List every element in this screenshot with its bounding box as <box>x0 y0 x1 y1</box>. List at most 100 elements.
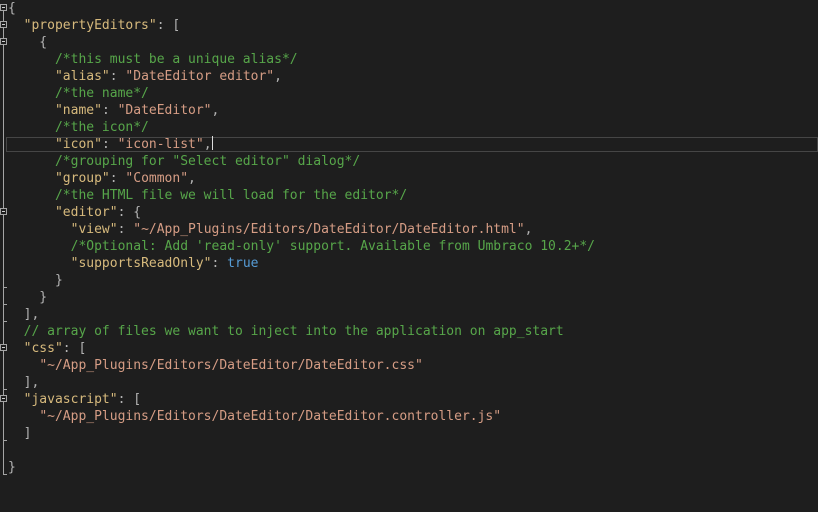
json-key: "javascript" <box>23 392 118 407</box>
fold-end-marker <box>3 287 7 288</box>
code-line[interactable]: /*Optional: Add 'read-only' support. Ava… <box>8 238 595 255</box>
json-punctuation <box>8 341 24 356</box>
code-comment: /*Optional: Add 'read-only' support. Ava… <box>70 239 596 254</box>
code-line[interactable]: /*the icon*/ <box>8 119 149 136</box>
json-punctuation <box>8 171 55 186</box>
text-caret <box>211 136 213 150</box>
json-punctuation: : { <box>117 205 142 220</box>
fold-end-marker <box>3 440 7 441</box>
json-string: "DateEditor editor" <box>125 69 275 84</box>
code-line[interactable]: /*the name*/ <box>8 85 149 102</box>
code-line[interactable]: "propertyEditors": [ <box>8 17 181 34</box>
json-punctuation <box>8 188 55 203</box>
fold-toggle-icon[interactable] <box>0 21 7 28</box>
fold-end-marker <box>3 389 7 390</box>
code-line[interactable]: ] <box>8 425 32 442</box>
json-boolean: true <box>227 256 259 271</box>
code-line[interactable]: { <box>8 34 47 51</box>
json-string: "Common" <box>125 171 189 186</box>
json-punctuation: , <box>211 103 220 118</box>
json-key: "view" <box>70 222 118 237</box>
json-string: "icon-list" <box>117 137 204 152</box>
code-line[interactable]: "editor": { <box>8 204 141 221</box>
json-punctuation <box>8 239 71 254</box>
json-key: "supportsReadOnly" <box>70 256 212 271</box>
json-key: "css" <box>23 341 63 356</box>
code-line[interactable]: } <box>8 459 16 476</box>
json-punctuation <box>8 222 71 237</box>
json-punctuation: , <box>203 137 212 152</box>
code-line[interactable]: } <box>8 272 63 289</box>
code-line[interactable]: { <box>8 0 16 17</box>
fold-toggle-icon[interactable] <box>0 344 7 351</box>
json-punctuation <box>8 137 55 152</box>
json-string: "~/App_Plugins/Editors/DateEditor/DateEd… <box>39 409 502 424</box>
json-punctuation <box>8 18 24 33</box>
fold-toggle-icon[interactable] <box>0 208 7 215</box>
json-punctuation: : <box>109 171 126 186</box>
code-line[interactable]: // array of files we want to inject into… <box>8 323 564 340</box>
json-punctuation: : [ <box>117 392 142 407</box>
json-punctuation: { <box>8 1 16 16</box>
json-punctuation: : <box>117 222 134 237</box>
code-line[interactable]: ], <box>8 374 40 391</box>
json-punctuation <box>8 324 24 339</box>
code-comment: /*the HTML file we will load for the edi… <box>54 188 408 203</box>
json-punctuation: : <box>101 137 118 152</box>
code-line[interactable]: "view": "~/App_Plugins/Editors/DateEdito… <box>8 221 533 238</box>
code-line[interactable]: "~/App_Plugins/Editors/DateEditor/DateEd… <box>8 357 423 374</box>
code-line[interactable]: /*this must be a unique alias*/ <box>8 51 298 68</box>
code-comment: /*the icon*/ <box>54 120 149 135</box>
json-punctuation <box>8 154 55 169</box>
code-line[interactable]: /*the HTML file we will load for the edi… <box>8 187 407 204</box>
fold-end-marker <box>3 304 7 305</box>
code-comment: /*the name*/ <box>54 86 149 101</box>
code-line[interactable]: "supportsReadOnly": true <box>8 255 259 272</box>
json-string: "DateEditor" <box>117 103 212 118</box>
json-punctuation: { <box>8 35 48 50</box>
json-punctuation: : <box>101 103 118 118</box>
json-punctuation <box>8 86 55 101</box>
code-line[interactable]: "alias": "DateEditor editor", <box>8 68 282 85</box>
fold-end-marker <box>3 474 7 475</box>
fold-toggle-icon[interactable] <box>0 38 7 45</box>
code-line[interactable]: "~/App_Plugins/Editors/DateEditor/DateEd… <box>8 408 501 425</box>
json-punctuation <box>8 103 55 118</box>
fold-toggle-icon[interactable] <box>0 395 7 402</box>
code-comment: // array of files we want to inject into… <box>23 324 564 339</box>
json-punctuation: : <box>211 256 228 271</box>
json-punctuation: ] <box>8 426 32 441</box>
code-comment: /*this must be a unique alias*/ <box>54 52 298 67</box>
json-punctuation: , <box>188 171 196 186</box>
code-line[interactable]: /*grouping for "Select editor" dialog*/ <box>8 153 360 170</box>
fold-gutter <box>0 0 8 512</box>
json-punctuation: } <box>8 290 48 305</box>
json-punctuation: ], <box>8 375 40 390</box>
code-line[interactable]: "javascript": [ <box>8 391 141 408</box>
json-punctuation: : <box>109 69 126 84</box>
code-line[interactable]: "css": [ <box>8 340 87 357</box>
json-key: "propertyEditors" <box>23 18 157 33</box>
json-punctuation <box>8 205 55 220</box>
json-punctuation <box>8 69 55 84</box>
json-punctuation <box>8 409 39 424</box>
code-line[interactable]: "icon": "icon-list", <box>8 136 213 153</box>
json-string: "~/App_Plugins/Editors/DateEditor/DateEd… <box>39 358 423 373</box>
json-key: "icon" <box>54 137 102 152</box>
json-punctuation: , <box>524 222 533 237</box>
fold-toggle-icon[interactable] <box>0 4 7 11</box>
json-punctuation: } <box>8 460 16 475</box>
code-line[interactable]: ], <box>8 306 40 323</box>
json-key: "editor" <box>54 205 118 220</box>
json-string: "~/App_Plugins/Editors/DateEditor/DateEd… <box>133 222 525 237</box>
code-line[interactable]: "group": "Common", <box>8 170 196 187</box>
json-punctuation <box>8 52 55 67</box>
json-punctuation: : [ <box>62 341 87 356</box>
code-line[interactable]: } <box>8 289 47 306</box>
code-editor[interactable]: { "propertyEditors": [ { /*this must be … <box>0 0 818 512</box>
json-punctuation <box>8 120 55 135</box>
code-line[interactable]: "name": "DateEditor", <box>8 102 219 119</box>
json-key: "alias" <box>54 69 110 84</box>
code-comment: /*grouping for "Select editor" dialog*/ <box>54 154 361 169</box>
json-punctuation: } <box>8 273 63 288</box>
